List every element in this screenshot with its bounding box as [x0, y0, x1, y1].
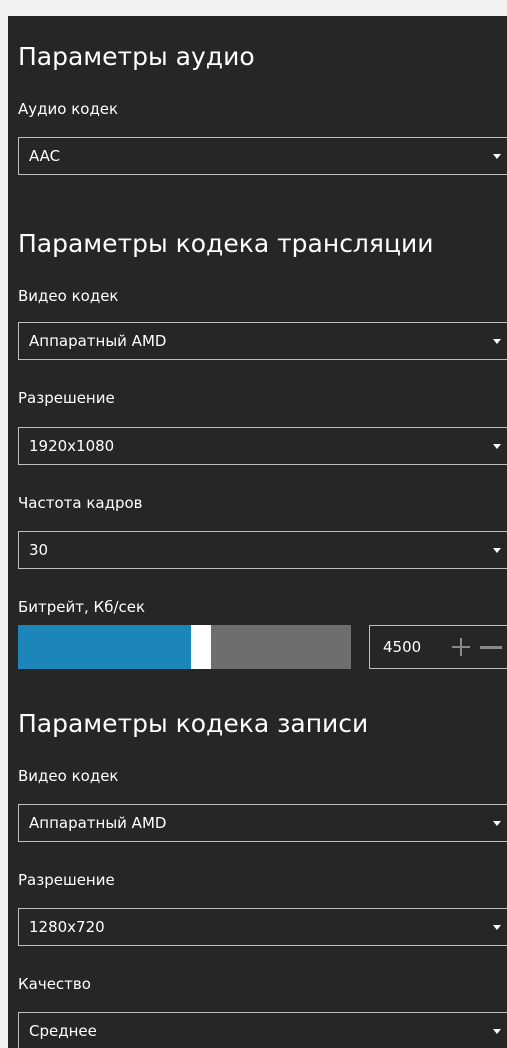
plus-icon[interactable] [452, 638, 470, 656]
record-resolution-label: Разрешение [18, 871, 115, 889]
stream-resolution-select[interactable]: 1920x1080 [18, 427, 507, 465]
audio-codec-label: Аудио кодек [18, 100, 119, 118]
stream-framerate-value: 30 [29, 541, 49, 559]
stream-section-title: Параметры кодека трансляции [18, 229, 434, 258]
bitrate-slider-fill [18, 625, 191, 669]
minus-icon[interactable] [480, 638, 502, 656]
stream-resolution-label: Разрешение [18, 389, 115, 407]
stream-bitrate-label: Битрейт, Кб/сек [18, 598, 146, 616]
chevron-down-icon [493, 821, 501, 826]
bitrate-slider[interactable] [18, 625, 351, 669]
record-resolution-select[interactable]: 1280x720 [18, 908, 507, 946]
stream-framerate-label: Частота кадров [18, 494, 143, 512]
record-video-codec-label: Видео кодек [18, 767, 119, 785]
chevron-down-icon [493, 925, 501, 930]
chevron-down-icon [493, 339, 501, 344]
record-quality-label: Качество [18, 975, 91, 993]
record-video-codec-select[interactable]: Аппаратный AMD [18, 804, 507, 842]
stream-video-codec-value: Аппаратный AMD [29, 332, 167, 350]
audio-section-title: Параметры аудио [18, 42, 255, 71]
audio-codec-select[interactable]: AAC [18, 137, 507, 175]
stream-video-codec-label: Видео кодек [18, 287, 119, 305]
record-section-title: Параметры кодека записи [18, 709, 369, 738]
bitrate-value[interactable]: 4500 [383, 638, 421, 656]
bitrate-number-box: 4500 [369, 625, 507, 669]
chevron-down-icon [493, 548, 501, 553]
record-video-codec-value: Аппаратный AMD [29, 814, 167, 832]
settings-panel: Параметры аудио Аудио кодек AAC Параметр… [8, 16, 507, 1048]
chevron-down-icon [493, 154, 501, 159]
chevron-down-icon [493, 1029, 501, 1034]
record-quality-value: Среднее [29, 1022, 97, 1040]
stream-video-codec-select[interactable]: Аппаратный AMD [18, 322, 507, 360]
bitrate-slider-thumb[interactable] [191, 625, 211, 669]
record-resolution-value: 1280x720 [29, 918, 105, 936]
stream-framerate-select[interactable]: 30 [18, 531, 507, 569]
stream-resolution-value: 1920x1080 [29, 437, 115, 455]
audio-codec-value: AAC [29, 147, 61, 165]
chevron-down-icon [493, 444, 501, 449]
record-quality-select[interactable]: Среднее [18, 1012, 507, 1048]
